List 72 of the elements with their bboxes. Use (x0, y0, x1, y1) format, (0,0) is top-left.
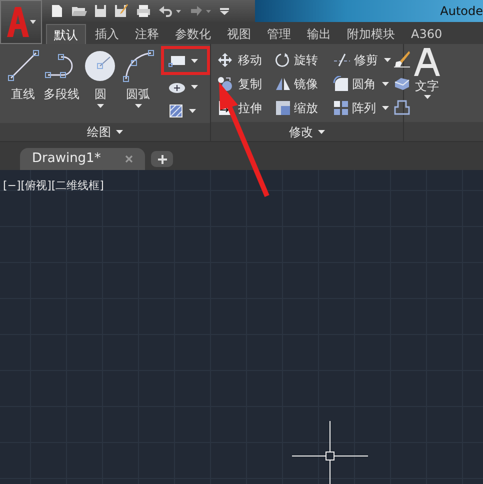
drawing-canvas[interactable]: [−][俯视][二维线框] (0, 170, 483, 484)
caret-icon (191, 85, 198, 89)
ellipse-icon (168, 80, 186, 94)
redo-icon[interactable] (189, 4, 213, 18)
eraser-icon (393, 50, 411, 68)
ribbon-tool-button[interactable]: 多段线 (42, 49, 82, 109)
circle-icon (83, 49, 118, 83)
ribbon-tool-button[interactable]: 阵列 (333, 99, 391, 117)
ribbon-tool-button[interactable]: 修剪 (333, 51, 391, 69)
new-tab-button[interactable] (151, 151, 173, 167)
caret-icon (318, 130, 325, 134)
caret-icon (134, 104, 142, 108)
ribbon-tab[interactable]: 管理 (260, 24, 298, 44)
caret-icon (189, 109, 196, 113)
app-logo-icon (6, 7, 28, 37)
save-icon[interactable] (94, 4, 107, 18)
hatch-icon (168, 103, 184, 119)
array-icon (333, 100, 349, 116)
ribbon-tool-button[interactable]: 旋转 (275, 51, 333, 69)
ribbon-tab[interactable]: 附加模块 (340, 24, 402, 44)
ribbon-small-button[interactable] (393, 49, 411, 69)
caret-icon (424, 95, 430, 99)
ribbon-tool-button[interactable]: 移动 (217, 51, 275, 69)
print-icon[interactable] (136, 4, 151, 18)
save-as-icon[interactable] (114, 4, 129, 18)
ribbon-tab[interactable]: 默认 (46, 24, 86, 44)
ribbon-tool-button[interactable]: 圆 (81, 49, 120, 109)
arc-icon (121, 49, 156, 83)
ribbon-tab[interactable]: 插入 (88, 24, 126, 44)
customize-icon[interactable] (220, 6, 229, 16)
fillet-icon (333, 76, 349, 92)
caret-icon (382, 106, 389, 110)
copy-icon (217, 76, 233, 92)
move-icon (217, 52, 233, 68)
mirror-icon (275, 76, 291, 92)
close-icon[interactable] (125, 155, 133, 163)
offset-icon (393, 98, 411, 116)
letter-icon (413, 47, 441, 77)
document-tab[interactable]: Drawing1* (20, 148, 145, 170)
caret-icon (191, 58, 198, 62)
ribbon-small-button[interactable] (161, 46, 210, 75)
ribbon-tab[interactable]: 参数化 (168, 24, 218, 44)
undo-icon[interactable] (158, 4, 182, 18)
caret-icon (116, 130, 123, 134)
ribbon-tool-button[interactable]: 复制 (217, 75, 275, 93)
ribbon-tool-button[interactable]: 缩放 (275, 99, 333, 117)
ribbon-tool-button[interactable]: 镜像 (275, 75, 333, 93)
viewport-label[interactable]: [−][俯视][二维线框] (3, 178, 104, 194)
rotate-icon (275, 52, 291, 68)
ribbon-tool-button[interactable]: 圆角 (333, 75, 391, 93)
application-menu-button[interactable] (0, 0, 42, 44)
text-tool-button[interactable]: 文字 (404, 44, 450, 99)
caret-icon (384, 58, 391, 62)
ribbon-tab[interactable]: A360 (404, 24, 450, 44)
caret-icon (382, 82, 389, 86)
open-folder-icon[interactable] (71, 4, 87, 18)
caret-icon (30, 20, 36, 24)
panel-title-bar[interactable]: 绘图 (0, 123, 210, 141)
ribbon-tool-button[interactable]: 直线 (4, 49, 42, 109)
caret-icon (96, 104, 104, 108)
trim-icon (333, 52, 351, 68)
line-icon (6, 49, 40, 83)
ribbon-tab[interactable]: 输出 (300, 24, 338, 44)
scale-icon (275, 100, 291, 116)
ribbon-tab[interactable]: 视图 (220, 24, 258, 44)
rectangle-icon (168, 54, 186, 68)
panel-title-bar[interactable]: 修改 (211, 122, 403, 141)
ribbon-tab[interactable]: 注释 (128, 24, 166, 44)
window-title: Autode (440, 3, 483, 20)
plus-icon (158, 154, 166, 164)
ribbon-tool-button[interactable]: 圆弧 (119, 49, 157, 109)
new-file-icon[interactable] (50, 4, 64, 18)
